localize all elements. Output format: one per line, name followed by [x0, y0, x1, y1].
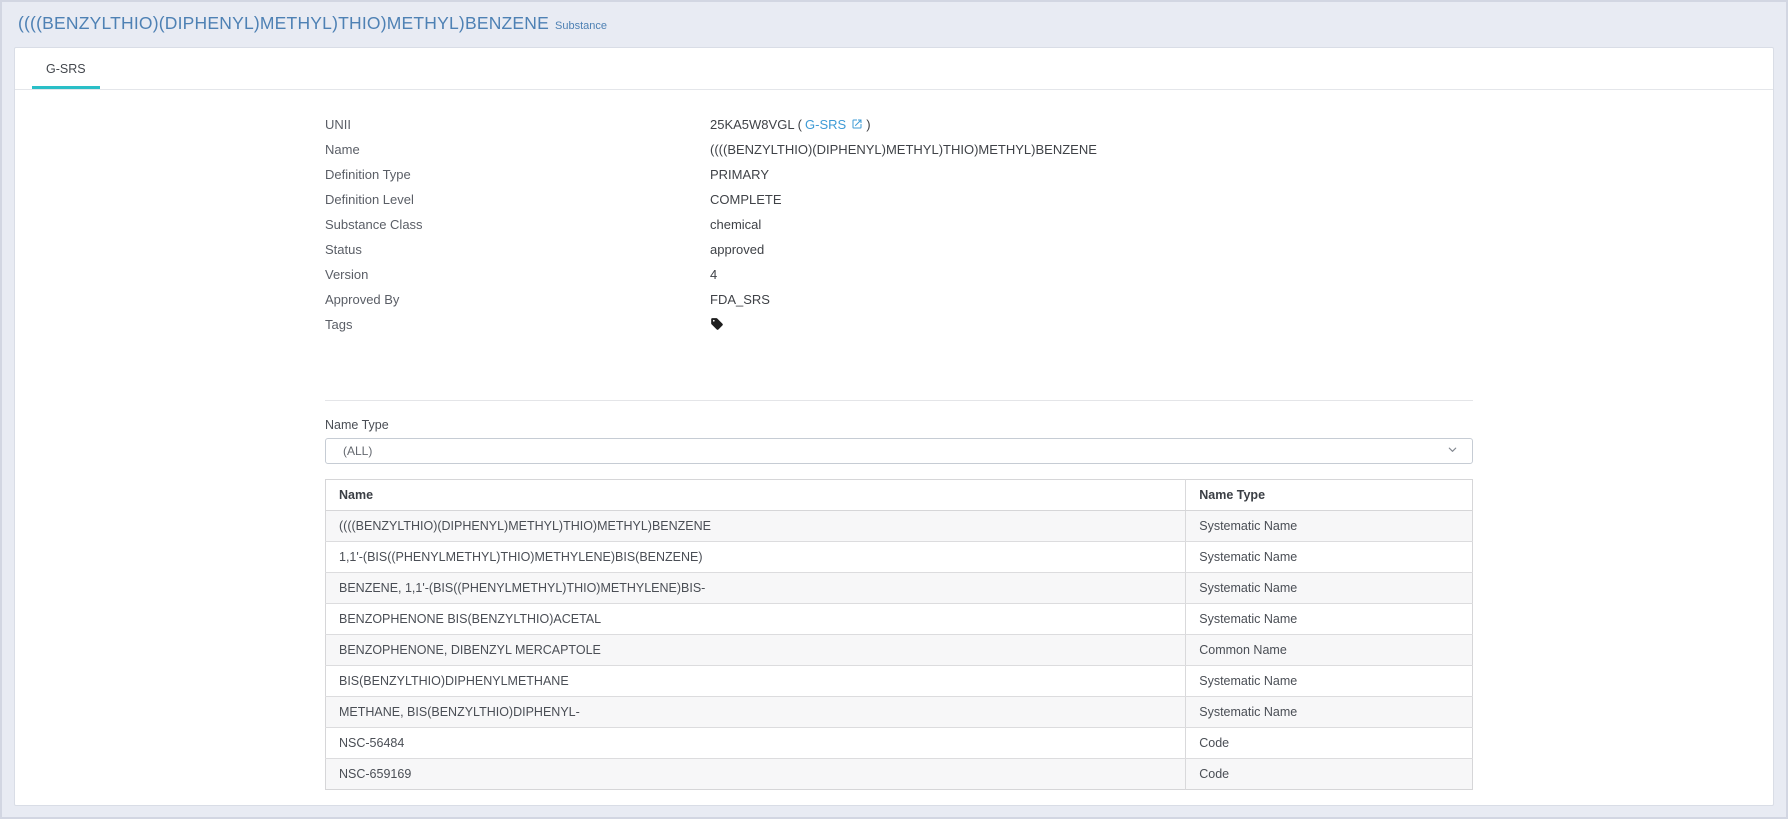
- detail-row: Version4: [325, 262, 1473, 287]
- detail-value: PRIMARY: [710, 167, 769, 182]
- page-subtitle: Substance: [555, 20, 607, 32]
- detail-row: Definition TypePRIMARY: [325, 162, 1473, 187]
- table-row: ((((BENZYLTHIO)(DIPHENYL)METHYL)THIO)MET…: [326, 511, 1473, 542]
- table-row: BENZENE, 1,1'-(BIS((PHENYLMETHYL)THIO)ME…: [326, 573, 1473, 604]
- detail-value: chemical: [710, 217, 761, 232]
- detail-row: Substance Classchemical: [325, 212, 1473, 237]
- names-table-header: Name Name Type: [326, 480, 1473, 511]
- names-table: Name Name Type ((((BENZYLTHIO)(DIPHENYL)…: [325, 479, 1473, 790]
- name-type-filter-label: Name Type: [325, 418, 1473, 432]
- column-header-name-type: Name Type: [1186, 480, 1473, 511]
- substance-details: UNII25KA5W8VGL (G-SRS)Name((((BENZYLTHIO…: [325, 112, 1473, 337]
- detail-value: approved: [710, 242, 764, 257]
- detail-label: Name: [325, 142, 710, 157]
- table-row: BENZOPHENONE BIS(BENZYLTHIO)ACETALSystem…: [326, 604, 1473, 635]
- tab-bar: G-SRS: [15, 48, 1773, 90]
- detail-value: COMPLETE: [710, 192, 782, 207]
- table-row: BENZOPHENONE, DIBENZYL MERCAPTOLECommon …: [326, 635, 1473, 666]
- detail-value: 25KA5W8VGL (G-SRS): [710, 117, 871, 132]
- detail-label: Definition Level: [325, 192, 710, 207]
- cell-name: BENZOPHENONE, DIBENZYL MERCAPTOLE: [326, 635, 1186, 666]
- detail-value: FDA_SRS: [710, 292, 770, 307]
- cell-name-type: Systematic Name: [1186, 511, 1473, 542]
- cell-name: NSC-659169: [326, 759, 1186, 790]
- column-header-name: Name: [326, 480, 1186, 511]
- detail-label: UNII: [325, 117, 710, 132]
- cell-name: METHANE, BIS(BENZYLTHIO)DIPHENYL-: [326, 697, 1186, 728]
- detail-label: Approved By: [325, 292, 710, 307]
- cell-name-type: Code: [1186, 759, 1473, 790]
- cell-name: ((((BENZYLTHIO)(DIPHENYL)METHYL)THIO)MET…: [326, 511, 1186, 542]
- content-card: G-SRS UNII25KA5W8VGL (G-SRS)Name((((BENZ…: [14, 47, 1774, 806]
- detail-row: Statusapproved: [325, 237, 1473, 262]
- cell-name: BENZENE, 1,1'-(BIS((PHENYLMETHYL)THIO)ME…: [326, 573, 1186, 604]
- detail-label: Substance Class: [325, 217, 710, 232]
- names-table-body: ((((BENZYLTHIO)(DIPHENYL)METHYL)THIO)MET…: [326, 511, 1473, 790]
- cell-name: NSC-56484: [326, 728, 1186, 759]
- detail-row: Tags: [325, 312, 1473, 337]
- cell-name-type: Common Name: [1186, 635, 1473, 666]
- cell-name-type: Code: [1186, 728, 1473, 759]
- dropdown-selected-value: (ALL): [343, 444, 372, 458]
- cell-name: BIS(BENZYLTHIO)DIPHENYLMETHANE: [326, 666, 1186, 697]
- detail-label: Definition Type: [325, 167, 710, 182]
- page-title: ((((BENZYLTHIO)(DIPHENYL)METHYL)THIO)MET…: [18, 13, 549, 33]
- detail-label: Status: [325, 242, 710, 257]
- detail-row: UNII25KA5W8VGL (G-SRS): [325, 112, 1473, 137]
- chevron-down-icon: [1447, 442, 1458, 460]
- detail-label: Version: [325, 267, 710, 282]
- tag-icon: [710, 317, 724, 334]
- cell-name-type: Systematic Name: [1186, 604, 1473, 635]
- name-type-dropdown[interactable]: (ALL): [325, 438, 1473, 464]
- detail-label: Tags: [325, 317, 710, 332]
- section-divider: [325, 400, 1473, 401]
- table-row: 1,1'-(BIS((PHENYLMETHYL)THIO)METHYLENE)B…: [326, 542, 1473, 573]
- tab-gsrs[interactable]: G-SRS: [32, 50, 100, 89]
- page-header: ((((BENZYLTHIO)(DIPHENYL)METHYL)THIO)MET…: [0, 0, 1788, 47]
- external-link-icon: [851, 118, 863, 133]
- detail-row: Approved ByFDA_SRS: [325, 287, 1473, 312]
- cell-name-type: Systematic Name: [1186, 542, 1473, 573]
- table-row: NSC-56484Code: [326, 728, 1473, 759]
- detail-value: ((((BENZYLTHIO)(DIPHENYL)METHYL)THIO)MET…: [710, 142, 1097, 157]
- table-row: NSC-659169Code: [326, 759, 1473, 790]
- cell-name-type: Systematic Name: [1186, 573, 1473, 604]
- cell-name: 1,1'-(BIS((PHENYLMETHYL)THIO)METHYLENE)B…: [326, 542, 1186, 573]
- detail-value: [710, 316, 724, 333]
- cell-name-type: Systematic Name: [1186, 697, 1473, 728]
- cell-name: BENZOPHENONE BIS(BENZYLTHIO)ACETAL: [326, 604, 1186, 635]
- cell-name-type: Systematic Name: [1186, 666, 1473, 697]
- gsrs-external-link[interactable]: G-SRS: [805, 117, 846, 132]
- table-row: BIS(BENZYLTHIO)DIPHENYLMETHANESystematic…: [326, 666, 1473, 697]
- detail-row: Definition LevelCOMPLETE: [325, 187, 1473, 212]
- detail-row: Name((((BENZYLTHIO)(DIPHENYL)METHYL)THIO…: [325, 137, 1473, 162]
- table-row: METHANE, BIS(BENZYLTHIO)DIPHENYL-Systema…: [326, 697, 1473, 728]
- main-content: UNII25KA5W8VGL (G-SRS)Name((((BENZYLTHIO…: [15, 90, 1773, 790]
- detail-value: 4: [710, 267, 717, 282]
